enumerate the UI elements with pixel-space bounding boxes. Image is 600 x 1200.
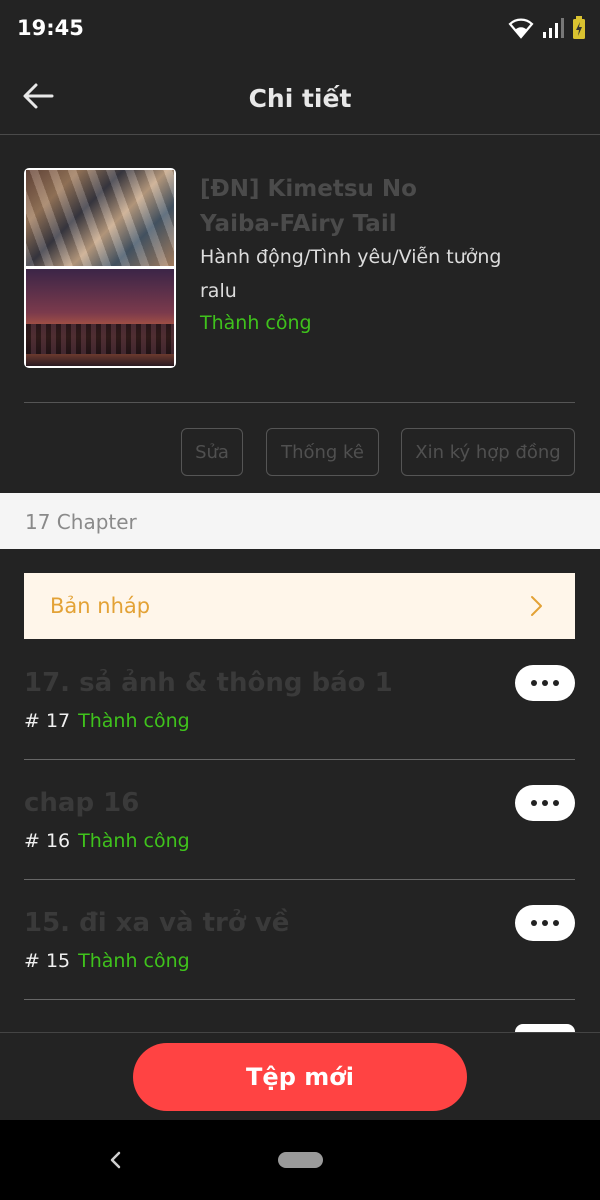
signal-icon — [542, 17, 564, 43]
cover-bottom-art — [26, 269, 174, 366]
home-pill-icon[interactable] — [278, 1152, 323, 1168]
chapter-title: 17. sả ảnh & thông báo 1 — [24, 668, 393, 698]
header-divider — [0, 134, 600, 135]
more-options-button[interactable] — [515, 665, 575, 701]
more-options-button-partial[interactable] — [515, 1024, 575, 1032]
chapter-number: # 17 — [24, 710, 71, 732]
cover-top-art — [26, 170, 174, 266]
status-bar: 19:45 — [0, 0, 600, 60]
nav-back-icon[interactable] — [106, 1148, 126, 1172]
app-bar: Chi tiết — [0, 60, 600, 134]
chapter-count: 17 Chapter — [25, 510, 137, 534]
wifi-icon — [508, 17, 534, 43]
chapter-status: Thành công — [78, 830, 190, 852]
chapter-meta: # 15 Thành công — [24, 950, 190, 972]
chapter-item[interactable]: chap 16 # 16 Thành công — [24, 760, 575, 880]
novel-title: [ĐN] Kimetsu No Yaiba-FAiry Tail — [200, 176, 417, 237]
chapter-item[interactable]: 15. đi xa và trở về # 15 Thành công — [24, 880, 575, 1000]
chevron-right-icon — [529, 594, 545, 618]
draft-label: Bản nháp — [50, 594, 151, 618]
chapter-title: 15. đi xa và trở về — [24, 908, 290, 938]
status-icons — [508, 16, 586, 44]
battery-icon — [572, 16, 586, 44]
chapter-item[interactable]: 17. sả ảnh & thông báo 1 # 17 Thành công — [24, 640, 575, 760]
status-time: 19:45 — [17, 16, 84, 40]
info-divider — [24, 402, 575, 403]
page-title: Chi tiết — [248, 84, 352, 113]
novel-author: ralu — [200, 280, 237, 302]
chapter-number: # 15 — [24, 950, 71, 972]
chapter-meta: # 16 Thành công — [24, 830, 190, 852]
edit-button[interactable]: Sửa — [181, 428, 243, 476]
novel-status: Thành công — [200, 312, 312, 334]
more-icon — [531, 800, 537, 806]
draft-row[interactable]: Bản nháp — [24, 573, 575, 639]
chapter-status: Thành công — [78, 950, 190, 972]
new-file-button[interactable]: Tệp mới — [133, 1043, 467, 1111]
more-options-button[interactable] — [515, 905, 575, 941]
more-options-button[interactable] — [515, 785, 575, 821]
novel-genres: Hành động/Tình yêu/Viễn tưởng — [200, 246, 502, 268]
chapter-meta: # 17 Thành công — [24, 710, 190, 732]
chapter-number: # 16 — [24, 830, 71, 852]
bottom-action-panel: Tệp mới — [0, 1032, 600, 1120]
chapter-count-bar: 17 Chapter — [0, 493, 600, 549]
chapter-divider — [24, 999, 575, 1000]
stats-button[interactable]: Thống kê — [266, 428, 379, 476]
chapter-title: chap 16 — [24, 788, 140, 818]
contract-request-button[interactable]: Xin ký hợp đồng — [401, 428, 575, 476]
more-icon — [531, 680, 537, 686]
novel-cover-image[interactable] — [24, 168, 176, 368]
more-icon — [531, 920, 537, 926]
chapter-status: Thành công — [78, 710, 190, 732]
system-nav-bar — [0, 1120, 600, 1200]
